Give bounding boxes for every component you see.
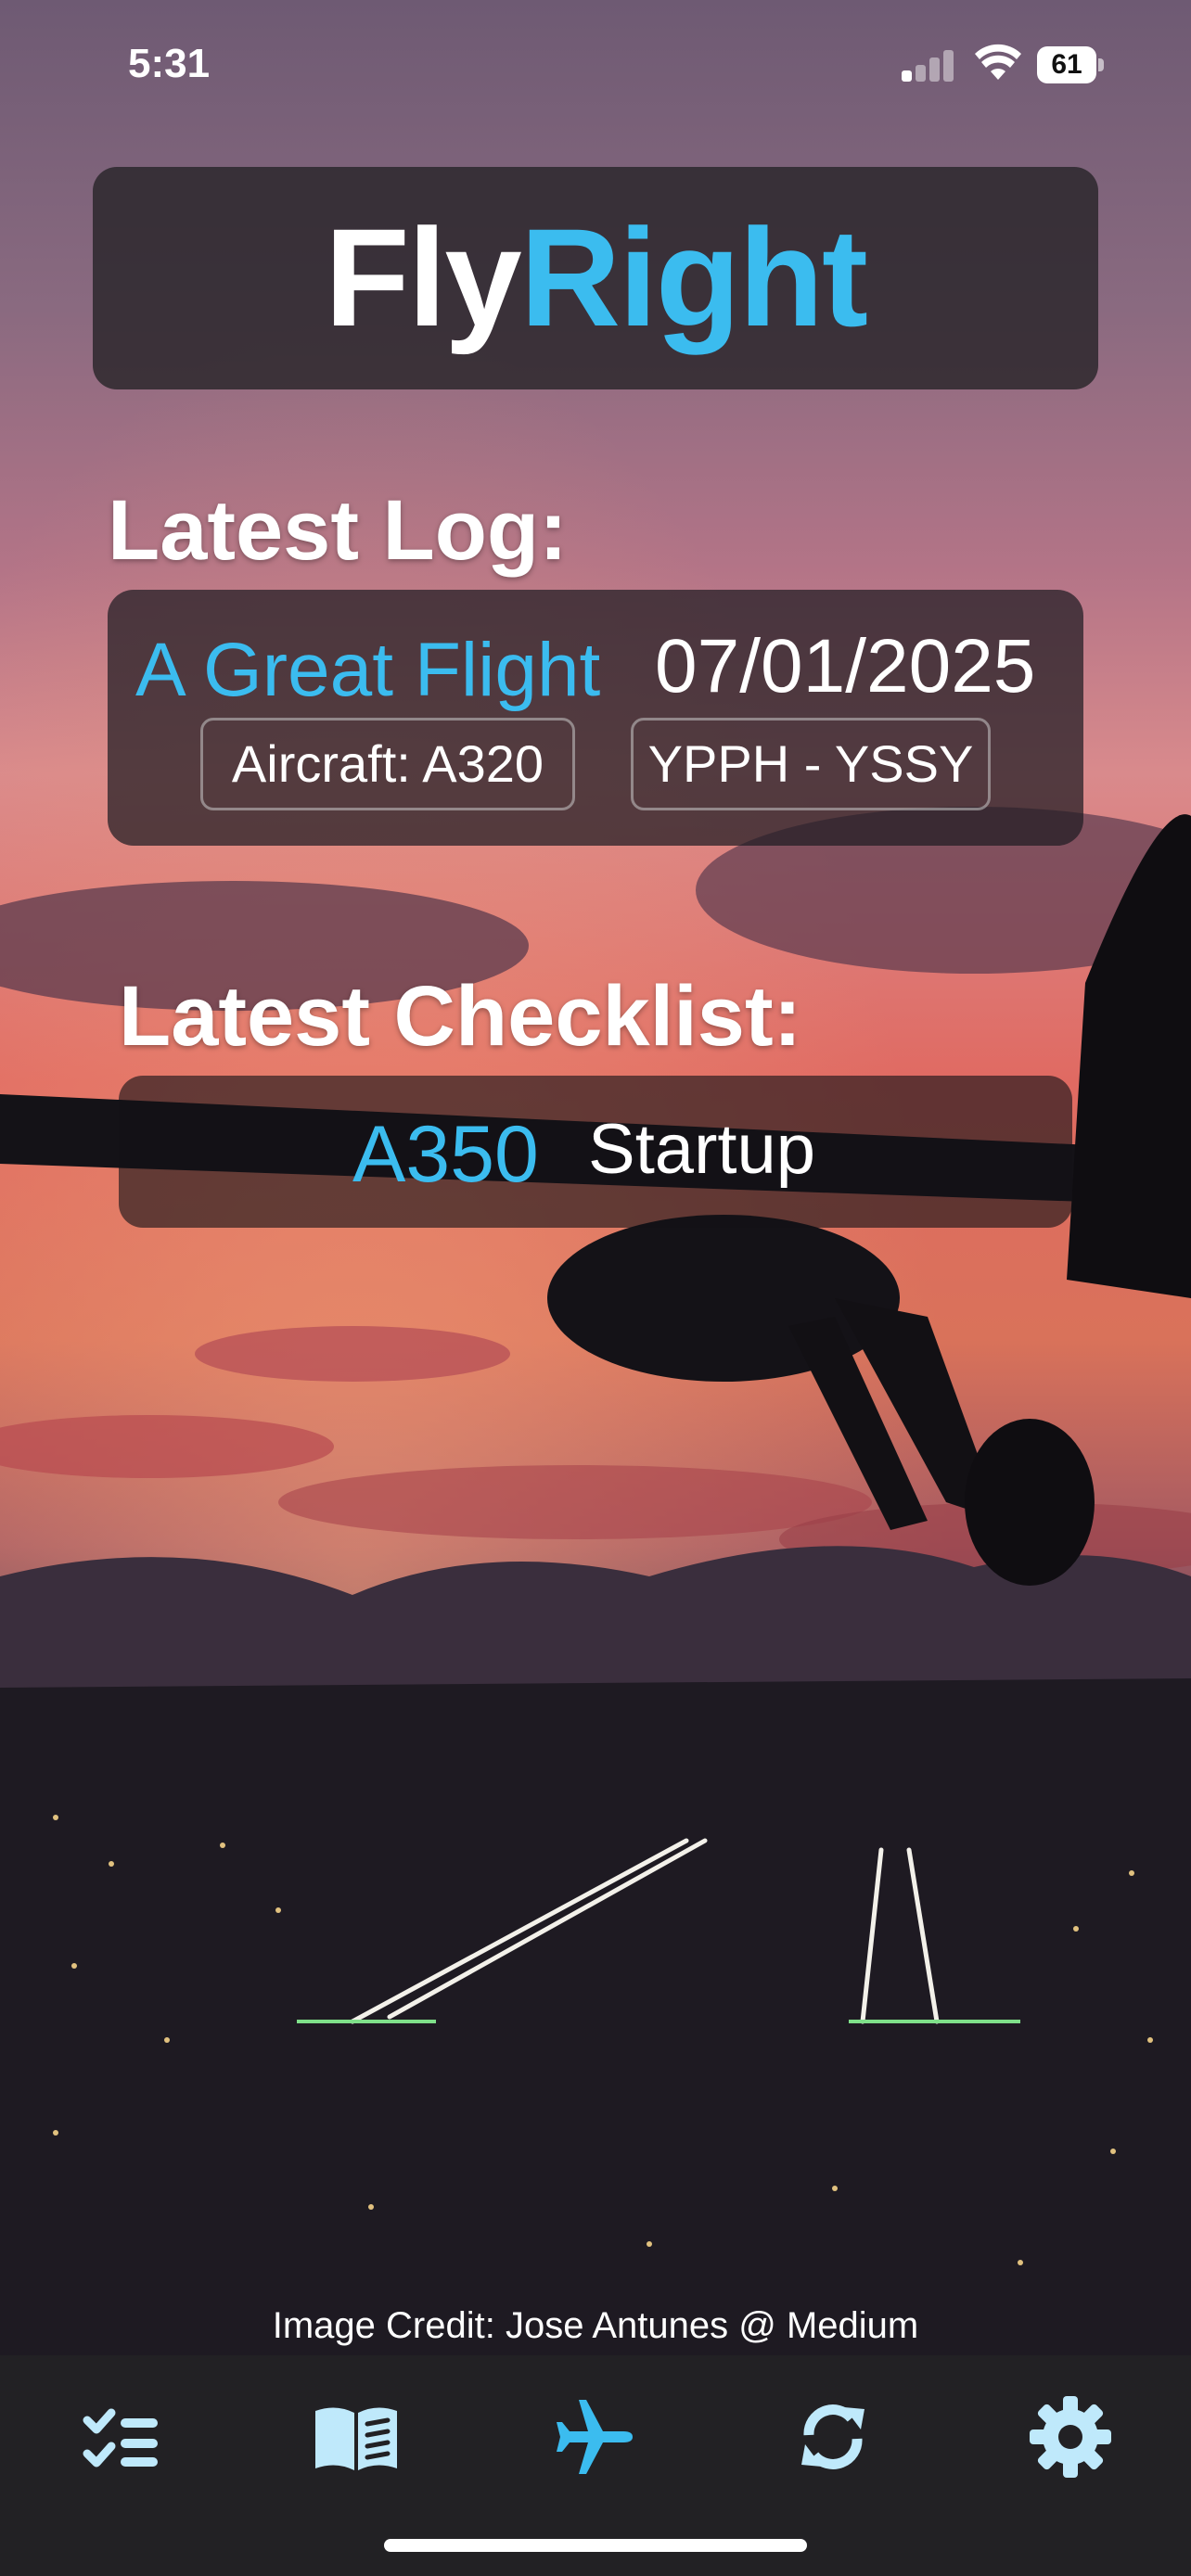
status-bar: 5:31 61 xyxy=(0,0,1191,130)
app-title-fly: Fly xyxy=(325,199,522,355)
battery-icon: 61 xyxy=(1037,46,1104,83)
status-time: 5:31 xyxy=(128,41,211,86)
tab-home[interactable] xyxy=(540,2392,651,2485)
checklist-icon xyxy=(83,2408,158,2468)
wifi-icon xyxy=(975,44,1021,80)
tab-checklists[interactable] xyxy=(67,2392,178,2485)
latest-log-heading: Latest Log: xyxy=(108,483,568,578)
latest-checklist-card[interactable]: A350 Startup xyxy=(119,1076,1072,1228)
home-indicator[interactable] xyxy=(384,2539,807,2552)
image-credit: Image Credit: Jose Antunes @ Medium xyxy=(272,2305,919,2346)
tab-sync[interactable] xyxy=(777,2392,889,2485)
latest-checklist-heading: Latest Checklist: xyxy=(119,969,802,1064)
aircraft-chip: Aircraft: A320 xyxy=(200,718,575,810)
cellular-signal-icon xyxy=(902,48,957,82)
checklist-aircraft: A350 xyxy=(352,1110,539,1199)
app-title: FlyRight xyxy=(93,208,1098,347)
log-date: 07/01/2025 xyxy=(655,624,1036,708)
log-title: A Great Flight xyxy=(135,628,601,712)
tab-logbook[interactable] xyxy=(301,2392,412,2485)
latest-log-card[interactable]: A Great Flight 07/01/2025 Aircraft: A320… xyxy=(108,590,1083,846)
route-chip: YPPH - YSSY xyxy=(631,718,991,810)
gear-icon xyxy=(1030,2396,1111,2478)
airplane-icon xyxy=(557,2400,633,2474)
app-title-right: Right xyxy=(519,199,868,355)
book-icon xyxy=(315,2407,397,2470)
checklist-name: Startup xyxy=(588,1110,816,1189)
battery-level: 61 xyxy=(1037,46,1096,83)
app-title-card: FlyRight xyxy=(93,167,1098,389)
tab-settings[interactable] xyxy=(1015,2392,1126,2485)
sync-icon xyxy=(801,2404,864,2469)
